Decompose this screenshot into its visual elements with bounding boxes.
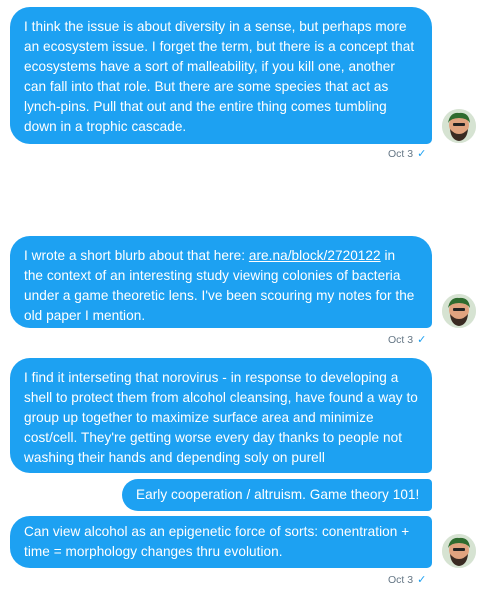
message-timestamp: Oct 3 ✓	[388, 574, 427, 586]
read-receipt-check-icon: ✓	[417, 148, 427, 160]
message-text: Can view alcohol as an epigenetic force …	[24, 524, 410, 559]
message-text: I find it interseting that norovirus - i…	[24, 370, 418, 465]
message-bubble-4[interactable]: Early cooperation / altruism. Game theor…	[122, 479, 432, 511]
avatar[interactable]	[442, 109, 476, 143]
message-bubble-2[interactable]: I wrote a short blurb about that here: a…	[10, 236, 432, 328]
read-receipt-check-icon: ✓	[417, 334, 427, 346]
avatar-image	[442, 109, 476, 143]
message-text: I think the issue is about diversity in …	[24, 19, 415, 134]
message-text-start: I wrote a short blurb about that here:	[24, 248, 249, 263]
avatar[interactable]	[442, 294, 476, 328]
message-text: Early cooperation / altruism. Game theor…	[136, 487, 420, 502]
message-bubble-1[interactable]: I think the issue is about diversity in …	[10, 7, 432, 144]
message-timestamp: Oct 3 ✓	[388, 148, 427, 160]
avatar-image	[442, 534, 476, 568]
read-receipt-check-icon: ✓	[417, 574, 427, 586]
message-bubble-5[interactable]: Can view alcohol as an epigenetic force …	[10, 516, 432, 568]
avatar[interactable]	[442, 534, 476, 568]
message-link[interactable]: are.na/block/2720122	[249, 248, 381, 263]
message-timestamp: Oct 3 ✓	[388, 334, 427, 346]
message-bubble-3[interactable]: I find it interseting that norovirus - i…	[10, 358, 432, 473]
avatar-image	[442, 294, 476, 328]
